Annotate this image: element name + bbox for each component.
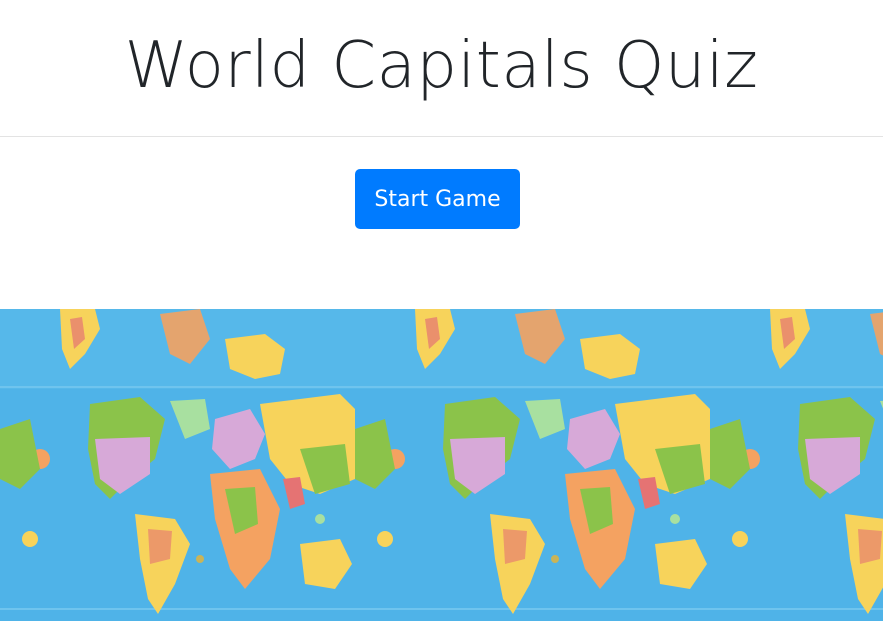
world-map-background: [0, 309, 883, 621]
world-map-image: [0, 309, 883, 621]
page-header: World Capitals Quiz: [0, 0, 883, 137]
start-game-button[interactable]: Start Game: [355, 169, 520, 229]
page-title: World Capitals Quiz: [124, 29, 759, 103]
